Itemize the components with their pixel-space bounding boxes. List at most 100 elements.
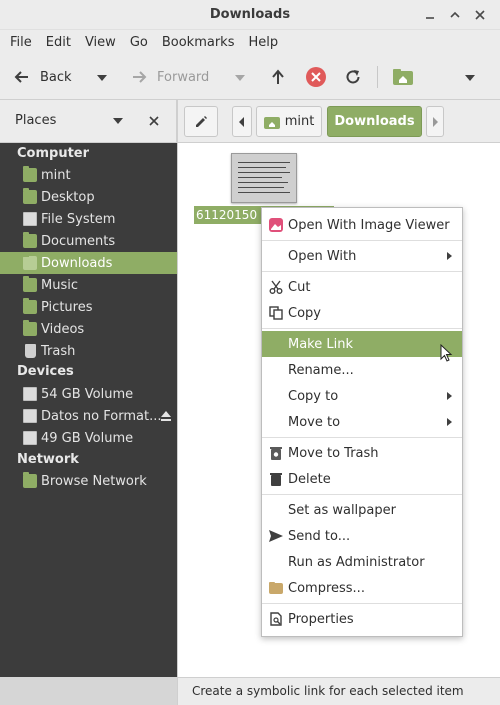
back-button[interactable]: Back: [14, 54, 72, 100]
archive-icon: [269, 582, 283, 594]
menu-bar: File Edit View Go Bookmarks Help: [0, 30, 500, 54]
trash-icon: [270, 447, 282, 460]
menu-go[interactable]: Go: [123, 35, 155, 50]
menu-compress[interactable]: Compress...: [262, 575, 462, 601]
sidebar-item-54gb-volume[interactable]: 54 GB Volume: [0, 383, 177, 405]
menu-item-label: Properties: [288, 611, 354, 627]
send-icon: [269, 530, 283, 542]
download-folder-icon: [23, 254, 37, 270]
menu-set-as-wallpaper[interactable]: Set as wallpaper: [262, 497, 462, 523]
sidebar-item-label: Videos: [41, 321, 85, 337]
sidebar-item-label: Pictures: [41, 299, 93, 315]
menu-move-to[interactable]: Move to: [262, 409, 462, 435]
image-viewer-icon: [269, 218, 283, 232]
home-folder-icon: [393, 69, 413, 85]
menu-properties[interactable]: Properties: [262, 606, 462, 632]
toolbar: Back Forward: [0, 54, 500, 100]
toolbar-separator: [377, 66, 378, 88]
menu-item-label: Cut: [288, 279, 311, 295]
sidebar-item-49gb-volume[interactable]: 49 GB Volume: [0, 427, 177, 449]
menu-copy[interactable]: Copy: [262, 300, 462, 326]
path-bar: mint Downloads: [178, 100, 500, 143]
sidebar: Places Computer mint Desktop File System…: [0, 100, 177, 677]
menu-bookmarks[interactable]: Bookmarks: [155, 35, 242, 50]
crumb-label: Downloads: [334, 114, 415, 129]
close-icon[interactable]: [472, 7, 488, 23]
menu-item-label: Open With Image Viewer: [288, 217, 450, 233]
menu-open-with[interactable]: Open With: [262, 243, 462, 269]
chevron-right-icon: [433, 116, 438, 127]
trash-icon: [25, 344, 36, 358]
sidebar-item-label: Trash: [41, 343, 76, 359]
menu-send-to[interactable]: Send to...: [262, 523, 462, 549]
menu-rename[interactable]: Rename...: [262, 357, 462, 383]
videos-folder-icon: [23, 320, 37, 336]
eject-icon[interactable]: [160, 410, 172, 422]
home-folder-icon: [23, 166, 37, 182]
menu-cut[interactable]: Cut: [262, 274, 462, 300]
menu-file[interactable]: File: [3, 35, 39, 50]
menu-item-label: Run as Administrator: [288, 554, 425, 570]
menu-run-as-administrator[interactable]: Run as Administrator: [262, 549, 462, 575]
forward-button[interactable]: Forward: [131, 54, 209, 100]
minimize-icon[interactable]: [422, 7, 438, 23]
reload-icon: [346, 70, 360, 84]
section-network: Network: [17, 452, 79, 467]
reload-button[interactable]: [344, 54, 362, 100]
sidebar-item-browse-network[interactable]: Browse Network: [0, 470, 177, 492]
up-button[interactable]: [270, 54, 286, 100]
sidebar-item-music[interactable]: Music: [0, 274, 177, 296]
pictures-folder-icon: [23, 298, 37, 314]
properties-icon: [270, 612, 282, 626]
status-text: Create a symbolic link for each selected…: [192, 684, 464, 698]
path-scroll-right-button[interactable]: [426, 106, 444, 137]
menu-open-with-image-viewer[interactable]: Open With Image Viewer: [262, 212, 462, 238]
sidebar-item-mint[interactable]: mint: [0, 164, 177, 186]
places-dropdown-icon[interactable]: [113, 118, 123, 124]
music-folder-icon: [23, 276, 37, 292]
menu-item-label: Rename...: [288, 362, 354, 378]
sidebar-item-downloads[interactable]: Downloads: [0, 252, 177, 274]
location-toggle-button[interactable]: [392, 54, 414, 100]
file-thumbnail[interactable]: [231, 153, 297, 203]
menu-item-label: Make Link: [288, 336, 353, 352]
sidebar-item-pictures[interactable]: Pictures: [0, 296, 177, 318]
location-dropdown-icon[interactable]: [465, 75, 475, 81]
path-scroll-left-button[interactable]: [232, 106, 252, 137]
sidebar-item-label: Downloads: [41, 255, 113, 271]
sidebar-item-trash[interactable]: Trash: [0, 340, 177, 362]
back-history-icon[interactable]: [97, 75, 107, 81]
stop-button[interactable]: [305, 54, 327, 100]
sidebar-item-videos[interactable]: Videos: [0, 318, 177, 340]
sidebar-item-file-system[interactable]: File System: [0, 208, 177, 230]
chevron-left-icon: [239, 116, 244, 127]
crumb-downloads[interactable]: Downloads: [327, 106, 422, 137]
menu-item-label: Compress...: [288, 580, 365, 596]
menu-help[interactable]: Help: [241, 35, 285, 50]
drive-icon: [23, 387, 37, 401]
edit-location-button[interactable]: [184, 106, 218, 137]
menu-separator: [262, 603, 462, 604]
maximize-icon[interactable]: [447, 7, 463, 23]
sidebar-item-documents[interactable]: Documents: [0, 230, 177, 252]
menu-delete[interactable]: Delete: [262, 466, 462, 492]
menu-edit[interactable]: Edit: [39, 35, 78, 50]
up-arrow-icon: [272, 69, 284, 84]
sidebar-item-datos[interactable]: Datos no Format...: [0, 405, 177, 427]
close-sidebar-icon[interactable]: [148, 115, 160, 127]
forward-history-icon[interactable]: [235, 75, 245, 81]
menu-make-link[interactable]: Make Link: [262, 331, 462, 362]
menu-move-to-trash[interactable]: Move to Trash: [262, 440, 462, 466]
crumb-mint[interactable]: mint: [256, 106, 322, 137]
menu-copy-to[interactable]: Copy to: [262, 383, 462, 409]
title-bar: Downloads: [0, 0, 500, 30]
menu-item-label: Open With: [288, 248, 357, 264]
menu-view[interactable]: View: [78, 35, 123, 50]
sidebar-item-desktop[interactable]: Desktop: [0, 186, 177, 208]
menu-item-label: Move to: [288, 414, 341, 430]
sidebar-item-label: Datos no Format...: [41, 408, 162, 424]
sidebar-item-label: Documents: [41, 233, 116, 249]
menu-separator: [262, 494, 462, 495]
sidebar-item-label: 49 GB Volume: [41, 430, 134, 446]
menu-separator: [262, 328, 462, 329]
